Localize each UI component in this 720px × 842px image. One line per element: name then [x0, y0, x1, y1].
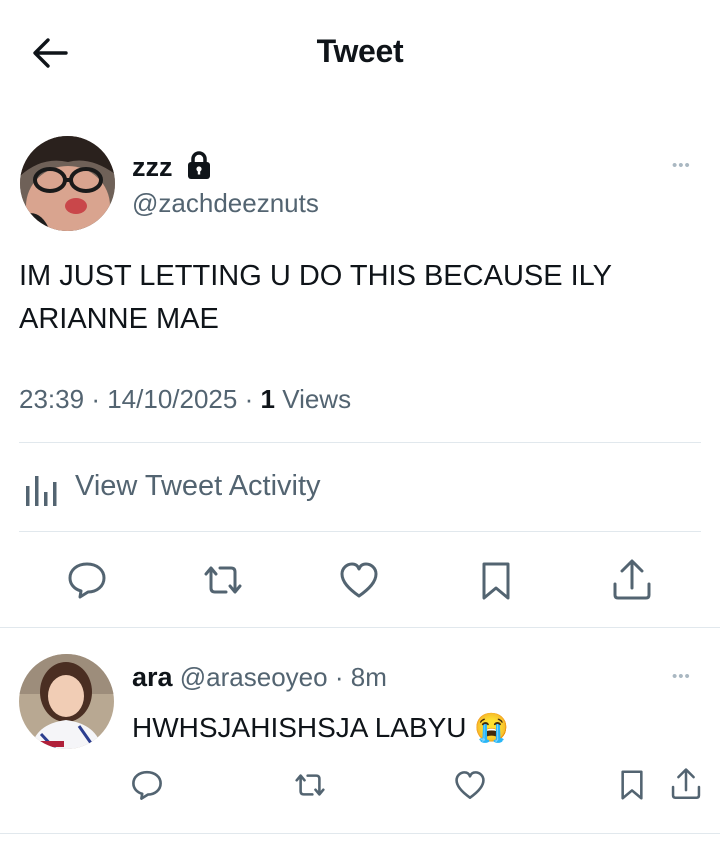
page-title: Tweet [316, 33, 404, 69]
like-button[interactable] [339, 561, 379, 599]
user-handle[interactable]: @zachdeeznuts [132, 188, 319, 219]
reply-age: 8m [350, 662, 387, 692]
retweet-button[interactable] [200, 560, 246, 600]
divider [19, 531, 701, 532]
bookmark-icon [482, 562, 510, 600]
meta-separator: · [91, 384, 100, 414]
tweet-date: 14/10/2025 [107, 384, 238, 414]
bookmark-icon [621, 770, 643, 800]
reply-button[interactable] [67, 560, 107, 600]
tweet-time: 23:39 [19, 384, 85, 414]
bookmark-button[interactable] [478, 561, 514, 601]
share-icon [671, 768, 701, 799]
avatar[interactable] [20, 136, 115, 231]
meta-separator: · [244, 384, 254, 414]
share-button[interactable] [611, 558, 653, 602]
tweet-text-line-2: ARIANNE MAE [19, 303, 219, 335]
reply-share-button[interactable] [670, 766, 702, 802]
divider [0, 627, 720, 628]
bar-chart-icon [24, 472, 62, 506]
lock-icon [186, 150, 212, 180]
views-count: 1 [260, 384, 275, 414]
share-icon [613, 559, 651, 600]
tweet-meta: 23:39 · 14/10/2025 · 1 Views [19, 384, 351, 415]
display-name[interactable]: zzz [132, 152, 173, 183]
crying-emoji: 😭 [474, 712, 510, 743]
views-label: Views [282, 384, 352, 414]
heart-icon [455, 771, 485, 799]
comment-icon [132, 770, 162, 800]
activity-label: View Tweet Activity [75, 470, 321, 502]
reply-like-button[interactable] [454, 770, 486, 800]
reply-avatar[interactable] [19, 654, 114, 749]
comment-icon [68, 562, 106, 599]
retweet-icon [295, 774, 325, 796]
reply-display-name[interactable]: ara [132, 662, 173, 692]
view-tweet-activity[interactable]: View Tweet Activity [24, 470, 424, 510]
reply-comment-button[interactable] [131, 769, 163, 801]
reply-header: ara @araseoyeo · 8m [132, 662, 387, 693]
reply-more-options-icon[interactable]: ••• [672, 668, 691, 685]
heart-icon [340, 562, 378, 598]
divider [0, 833, 720, 834]
reply-separator: · [334, 662, 344, 692]
more-options-icon[interactable]: ••• [672, 157, 691, 174]
reply-bookmark-button[interactable] [618, 768, 646, 802]
reply-text-content: HWHSJAHISHSJA LABYU [132, 712, 467, 743]
reply-text: HWHSJAHISHSJA LABYU 😭 [132, 711, 509, 744]
retweet-icon [204, 566, 242, 594]
tweet-text-line-1: IM JUST LETTING U DO THIS BECAUSE ILY [19, 260, 612, 292]
divider [19, 442, 701, 443]
reply-retweet-button[interactable] [292, 769, 328, 801]
reply-handle[interactable]: @araseoyeo [180, 662, 328, 692]
